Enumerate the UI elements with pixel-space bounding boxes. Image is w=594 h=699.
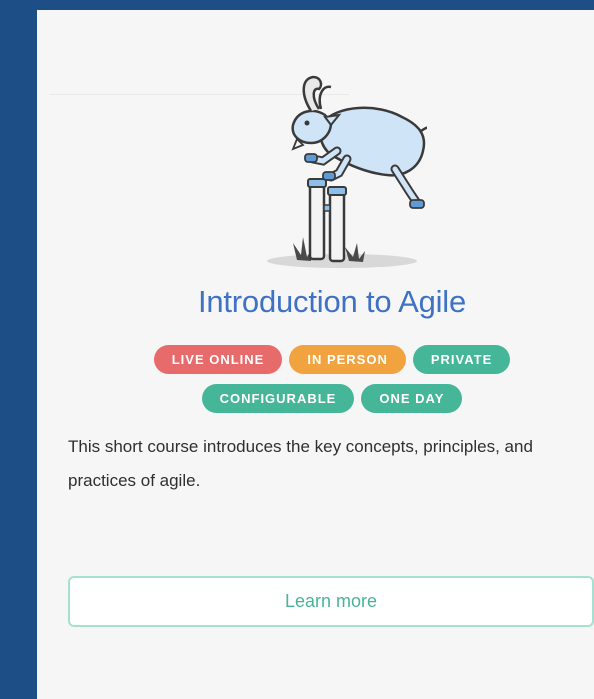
course-tags-row-2: CONFIGURABLE ONE DAY (37, 384, 594, 413)
goat-jumping-hurdle-icon (267, 75, 427, 268)
tag-in-person: IN PERSON (289, 345, 406, 374)
course-title: Introduction to Agile (197, 284, 467, 319)
tag-one-day: ONE DAY (361, 384, 463, 413)
learn-more-button[interactable]: Learn more (68, 576, 594, 627)
tag-private: PRIVATE (412, 345, 511, 374)
tag-live-online: LIVE ONLINE (153, 345, 283, 374)
course-description: This short course introduces the key con… (68, 437, 533, 490)
tag-configurable: CONFIGURABLE (201, 384, 355, 413)
course-tags-row-1: LIVE ONLINE IN PERSON PRIVATE (37, 345, 594, 374)
